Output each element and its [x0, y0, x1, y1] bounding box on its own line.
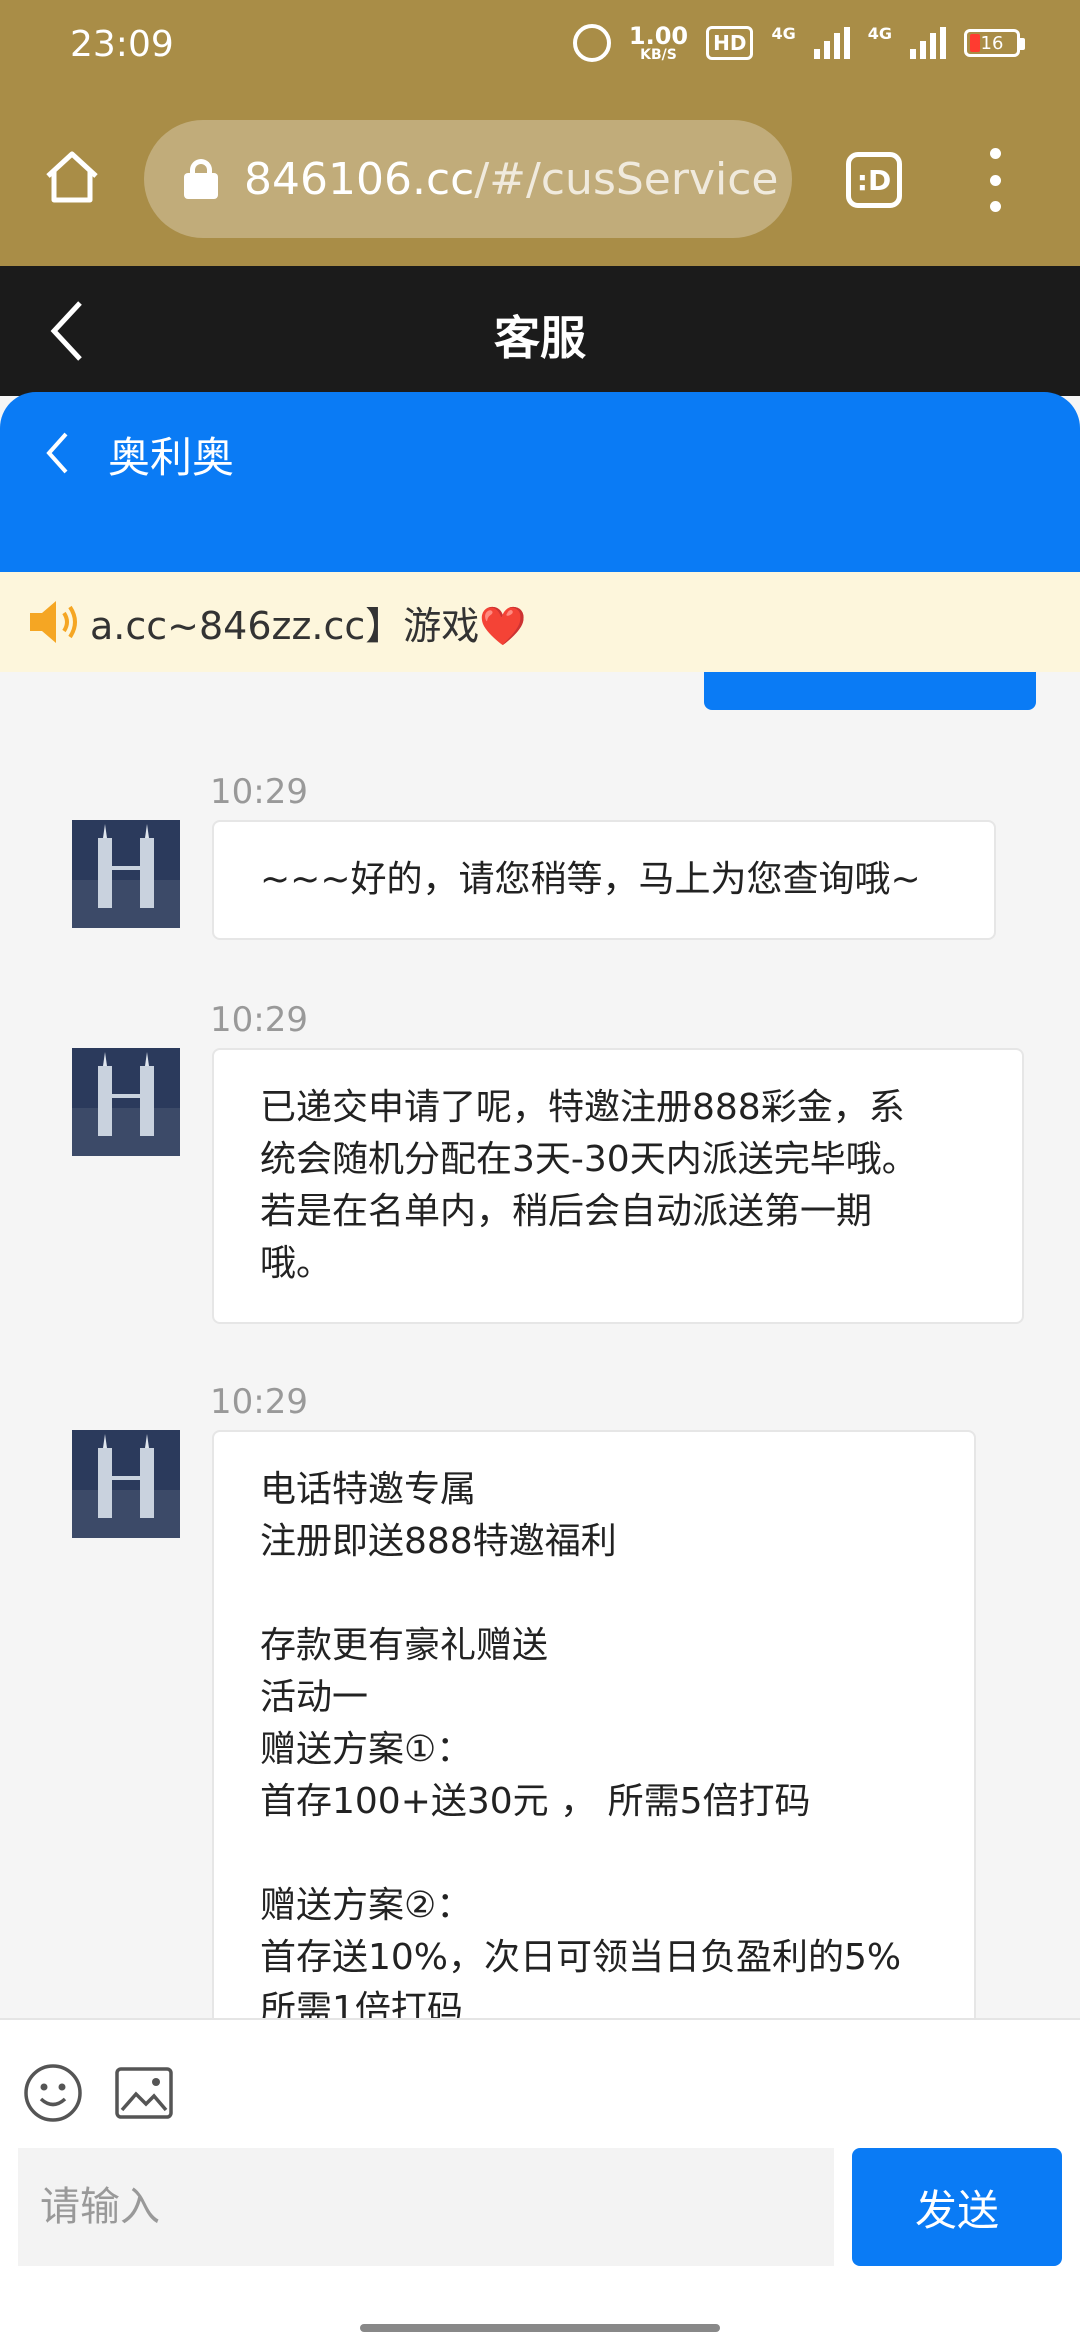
message-bubble: 已递交申请了呢，特邀注册888彩金，系 统会随机分配在3天-30天内派送完毕哦。… [212, 1048, 1024, 1324]
signal-icon [813, 27, 850, 59]
network-speed-unit: KB/S [640, 47, 677, 63]
address-bar[interactable]: 846106.cc/#/cusService [144, 120, 792, 238]
message-time: 10:29 [210, 1000, 308, 1040]
avatar [72, 1048, 180, 1156]
message-list[interactable]: 10:29 ~~~好的，请您稍等，马上为您查询哦~ 10:29 已递交申请了呢，… [0, 672, 1080, 2018]
send-button[interactable]: 发送 [852, 2148, 1062, 2266]
signal-icon [910, 27, 946, 59]
home-icon [46, 151, 98, 203]
more-vert-icon[interactable] [980, 148, 1010, 212]
chevron-left-icon [46, 432, 68, 474]
status-time: 23:09 [70, 24, 174, 65]
lock-icon [184, 159, 218, 199]
hd-voice-icon: HD [706, 26, 754, 60]
app-header: 客服 [0, 266, 1080, 396]
image-icon[interactable] [114, 2066, 174, 2120]
home-button[interactable] [36, 140, 108, 212]
url-text: 846106.cc/#/cusService [244, 154, 778, 205]
status-bar: 23:09 1.00 KB/S HD 4G 4G 16 [0, 0, 1080, 96]
tabs-button[interactable]: :D [846, 152, 902, 208]
message-time: 10:29 [210, 772, 308, 812]
status-icons: 1.00 KB/S HD 4G 4G 16 [572, 24, 1025, 62]
alarm-icon [572, 24, 611, 62]
network-type-1: 4G [771, 24, 796, 43]
browser-toolbar: 846106.cc/#/cusService :D [0, 96, 1080, 266]
home-indicator[interactable] [360, 2324, 720, 2332]
url-path: /#/cusService [474, 153, 779, 205]
message-bubble: 电话特邀专属 注册即送888特邀福利 存款更有豪礼赠送 活动一 赠送方案①： 首… [212, 1430, 976, 2018]
agent-name: 奥利奥 [108, 433, 235, 482]
chat-back-button[interactable] [44, 428, 80, 478]
notice-text: a.cc~846zz.cc】游戏❤️ [90, 603, 527, 648]
notice-banner: a.cc~846zz.cc】游戏❤️ [0, 572, 1080, 672]
speaker-icon [26, 597, 82, 647]
battery-level: 16 [980, 32, 1004, 54]
sent-message-bubble [704, 672, 1036, 710]
message-input[interactable] [18, 2148, 834, 2266]
network-speed: 1.00 KB/S [629, 24, 688, 62]
chat-header: 奥利奥 [0, 392, 1080, 572]
avatar [72, 820, 180, 928]
avatar [72, 1430, 180, 1538]
emoji-icon[interactable] [22, 2062, 84, 2124]
network-type-2: 4G [867, 24, 892, 43]
network-speed-value: 1.00 [628, 22, 689, 50]
battery-icon: 16 [964, 29, 1025, 57]
url-host: 846106.cc [244, 153, 475, 205]
message-time: 10:29 [210, 1382, 308, 1422]
input-area: 发送 [0, 2018, 1080, 2340]
page-title: 客服 [494, 311, 586, 365]
browser-chrome: 23:09 1.00 KB/S HD 4G 4G 16 846106.cc/#/… [0, 0, 1080, 266]
message-bubble: ~~~好的，请您稍等，马上为您查询哦~ [212, 820, 996, 940]
